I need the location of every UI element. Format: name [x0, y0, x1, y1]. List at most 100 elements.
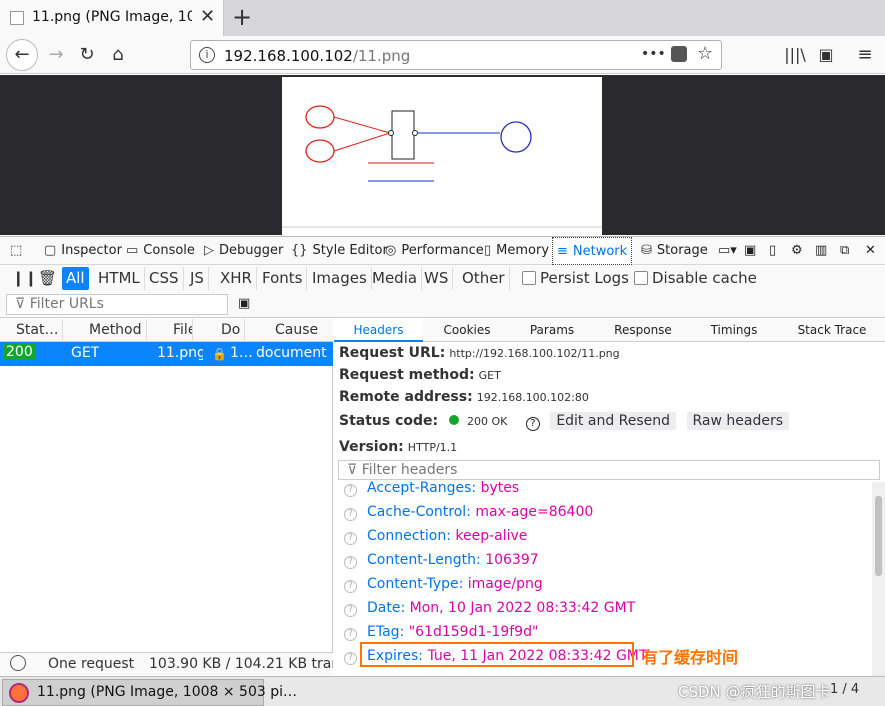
new-tab-button[interactable]: +	[232, 3, 252, 31]
separate-window-icon[interactable]: ⧉	[840, 237, 849, 265]
tab-timings[interactable]: Timings	[696, 319, 772, 342]
help-icon[interactable]: ?	[525, 417, 540, 431]
list-item: ? ETag: "61d159d1-19f9d"	[344, 624, 538, 641]
split-console-icon[interactable]: ▣	[744, 237, 756, 265]
bookmark-star-icon[interactable]: ☆	[697, 43, 713, 64]
request-file: 11.png	[157, 345, 203, 361]
filter-urls-input[interactable]: ⊽ Filter URLs	[6, 294, 228, 315]
browser-tab[interactable]: 11.png (PNG Image, 1008 × 503 pixels) ✕	[0, 0, 224, 36]
help-icon[interactable]: ?	[344, 580, 357, 593]
filter-all[interactable]: All	[62, 267, 89, 290]
filter-ws[interactable]: WS	[420, 267, 454, 290]
checkbox-icon	[522, 271, 536, 285]
help-icon[interactable]: ?	[344, 628, 357, 641]
watermark: CSDN @疯狂的斯图卡	[678, 683, 831, 701]
clear-trash-icon[interactable]: 🗑	[34, 267, 61, 290]
help-icon[interactable]: ?	[344, 604, 357, 617]
help-icon[interactable]: ?	[344, 652, 357, 665]
tab-network[interactable]: ≡ Network	[552, 237, 633, 265]
version-row: Version: HTTP/1.1	[339, 439, 458, 455]
devtools-toolbar: ⬚ ▢ Inspector ▭ Console ▷ Debugger {} Style …	[0, 236, 885, 265]
pick-element-icon[interactable]: ⬚	[10, 237, 22, 265]
request-count: One request	[48, 656, 135, 672]
col-status[interactable]: Stat…	[0, 319, 63, 342]
info-icon[interactable]: i	[199, 47, 215, 63]
braces-icon: {}	[291, 243, 308, 258]
page-actions-button[interactable]: •••	[641, 46, 666, 62]
disable-cache-checkbox[interactable]: Disable cache	[630, 267, 761, 290]
nav-bar: ← → ↻ ⌂ i 192.168.100.102/11.png ••• ☆ |…	[0, 36, 885, 74]
tab-performance[interactable]: ◎ Performance	[385, 237, 484, 265]
sidebar-icon[interactable]: ▣	[812, 42, 840, 68]
storage-icon: ⛁	[641, 243, 652, 258]
debugger-icon: ▷	[204, 243, 214, 258]
filter-media[interactable]: Media	[368, 267, 423, 290]
settings-gear-icon[interactable]: ⚙	[791, 237, 803, 265]
menu-icon[interactable]: ≡	[851, 42, 879, 68]
back-button[interactable]: ←	[6, 39, 38, 71]
tab-memory[interactable]: ▯ Memory	[484, 237, 549, 265]
overflow-tabs-icon[interactable]: ▭▾	[718, 237, 737, 265]
help-icon[interactable]: ?	[344, 556, 357, 569]
details-tabs: Headers Cookies Params Response Timings …	[334, 319, 885, 342]
col-method[interactable]: Method	[63, 319, 147, 342]
search-panel-icon[interactable]: ▣	[238, 296, 250, 311]
url-filter-row: ⊽ Filter URLs ▣	[0, 292, 885, 318]
col-file[interactable]: File	[147, 319, 193, 342]
edit-resend-button[interactable]: Edit and Resend	[550, 412, 677, 430]
filter-headers-input[interactable]: ⊽ Filter headers	[338, 460, 880, 480]
network-icon: ≡	[557, 244, 568, 259]
filter-html[interactable]: HTML	[94, 267, 145, 290]
expires-highlight-box	[360, 642, 634, 667]
persist-logs-checkbox[interactable]: Persist Logs	[518, 267, 633, 290]
tab-console[interactable]: ▭ Console	[126, 237, 195, 265]
tab-style-editor[interactable]: {} Style Editor	[291, 237, 388, 265]
tab-response[interactable]: Response	[604, 319, 682, 342]
dock-side-icon[interactable]: ▥	[815, 237, 827, 265]
taskbar-item[interactable]: 11.png (PNG Image, 1008 × 503 pi…	[2, 679, 297, 706]
tab-strip: 11.png (PNG Image, 1008 × 503 pixels) ✕ …	[0, 0, 885, 36]
col-domain[interactable]: Do	[193, 319, 245, 342]
scrollbar-thumb[interactable]	[875, 496, 882, 576]
table-row[interactable]: 200 GET 11.png 🔒 1… document	[0, 342, 333, 366]
filter-css[interactable]: CSS	[145, 267, 184, 290]
tab-headers[interactable]: Headers	[334, 319, 423, 342]
tab-cookies[interactable]: Cookies	[429, 319, 505, 342]
filter-xhr[interactable]: XHR	[216, 267, 257, 290]
tab-debugger[interactable]: ▷ Debugger	[204, 237, 283, 265]
tab-inspector[interactable]: ▢ Inspector	[44, 237, 122, 265]
home-button[interactable]: ⌂	[104, 42, 132, 68]
tab-storage[interactable]: ⛁ Storage	[641, 237, 708, 265]
list-item: ? Content-Type: image/png	[344, 576, 543, 593]
help-icon[interactable]: ?	[344, 532, 357, 545]
col-cause[interactable]: Cause	[245, 319, 333, 342]
close-devtools-icon[interactable]: ✕	[865, 237, 876, 265]
tab-stack-trace[interactable]: Stack Trace	[792, 319, 872, 342]
url-bar[interactable]: i 192.168.100.102/11.png ••• ☆	[190, 40, 722, 70]
status-code-row: Status code: 200 OK ? Edit and Resend Ra…	[339, 412, 790, 431]
raw-headers-button[interactable]: Raw headers	[686, 412, 790, 430]
request-method-row: Request method: GET	[339, 367, 501, 383]
help-icon[interactable]: ?	[344, 484, 357, 497]
filter-fonts[interactable]: Fonts	[258, 267, 308, 290]
headers-scrollbar[interactable]	[872, 482, 885, 676]
status-footer: One request 103.90 KB / 104.21 KB transf	[0, 652, 333, 676]
status-dot-icon	[448, 415, 459, 425]
checkbox-icon	[634, 271, 648, 285]
filter-other[interactable]: Other	[458, 267, 510, 290]
pocket-icon[interactable]	[671, 46, 687, 62]
close-tab-icon[interactable]: ✕	[200, 6, 215, 27]
performance-analysis-icon[interactable]	[10, 655, 26, 671]
workspace-pager[interactable]: 1 / 4	[830, 682, 859, 697]
tab-params[interactable]: Params	[514, 319, 590, 342]
forward-button[interactable]: →	[42, 42, 70, 68]
list-item: ? Date: Mon, 10 Jan 2022 08:33:42 GMT	[344, 600, 635, 617]
list-item: ? Cache-Control: max-age=86400	[344, 504, 593, 521]
request-url-row: Request URL: http://192.168.100.102/11.pn…	[339, 345, 620, 361]
reload-button[interactable]: ↻	[73, 42, 101, 68]
filter-images[interactable]: Images	[308, 267, 372, 290]
help-icon[interactable]: ?	[344, 508, 357, 521]
library-icon[interactable]: |||\	[781, 42, 809, 68]
responsive-icon[interactable]: ▯	[769, 237, 776, 265]
filter-js[interactable]: JS	[186, 267, 209, 290]
